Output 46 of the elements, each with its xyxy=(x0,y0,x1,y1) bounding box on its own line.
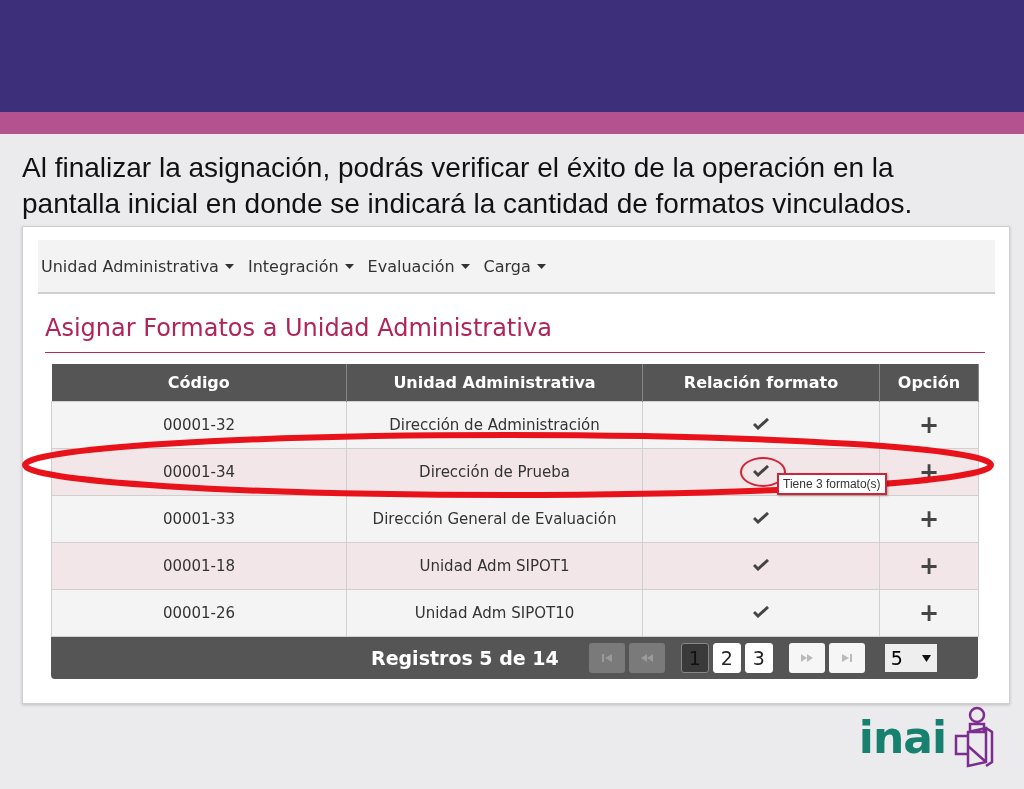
check-icon xyxy=(753,559,769,571)
last-page-icon xyxy=(840,653,853,663)
page-button[interactable]: 2 xyxy=(712,643,741,673)
column-header: Unidad Administrativa xyxy=(346,364,643,402)
table-cell: Dirección de Administración xyxy=(346,401,643,449)
table-cell: 00001-18 xyxy=(51,542,347,590)
first-page-icon xyxy=(600,653,613,663)
tooltip: Tiene 3 formato(s) xyxy=(777,473,887,495)
table-cell: 00001-26 xyxy=(51,589,347,637)
menu-item[interactable]: Carga xyxy=(483,256,546,276)
column-header: Opción xyxy=(879,364,979,402)
add-button[interactable]: + xyxy=(914,601,944,625)
slide-caption: Al finalizar la asignación, podrás verificar el éxito de la operación en la pantalla inicial en donde se indicará la cantidad de formatos vinculados. xyxy=(22,151,914,221)
table-cell: 00001-32 xyxy=(51,401,347,449)
column-header: Código xyxy=(51,364,347,402)
check-icon xyxy=(753,465,769,477)
add-button[interactable]: + xyxy=(914,507,944,531)
table-cell: Unidad Adm SIPOT1 xyxy=(346,542,643,590)
logo-text: inai xyxy=(858,711,946,763)
page-nav-button[interactable] xyxy=(828,643,865,673)
table-cell: Unidad Adm SIPOT10 xyxy=(346,589,643,637)
previous-page-icon xyxy=(639,653,654,663)
menu-item[interactable]: Unidad Administrativa xyxy=(41,256,234,276)
page-button[interactable]: 3 xyxy=(744,643,773,673)
check-icon xyxy=(753,512,769,524)
add-button[interactable]: + xyxy=(914,554,944,578)
check-icon xyxy=(753,418,769,430)
table-cell: Dirección General de Evaluación xyxy=(346,495,643,543)
table-cell: 00001-33 xyxy=(51,495,347,543)
caret-icon xyxy=(536,263,546,269)
check-icon xyxy=(753,606,769,618)
table-cell: 00001-34 xyxy=(51,448,347,496)
next-page-icon xyxy=(799,653,814,663)
record-count: Registros 5 de 14 xyxy=(371,647,559,669)
caret-icon xyxy=(344,263,354,269)
page-nav-button[interactable] xyxy=(788,643,825,673)
menu-item[interactable]: Integración xyxy=(247,256,354,276)
page-title: Asignar Formatos a Unidad Administrativa xyxy=(45,314,985,353)
column-header: Relación formato xyxy=(642,364,880,402)
page-size-select[interactable]: 5 xyxy=(884,644,937,672)
dropdown-arrow-icon xyxy=(921,654,931,662)
figure-logo-icon xyxy=(952,706,994,768)
add-button[interactable]: + xyxy=(914,413,944,437)
caret-icon xyxy=(460,263,470,269)
menu-item[interactable]: Evaluación xyxy=(367,256,470,276)
caret-icon xyxy=(224,263,234,269)
